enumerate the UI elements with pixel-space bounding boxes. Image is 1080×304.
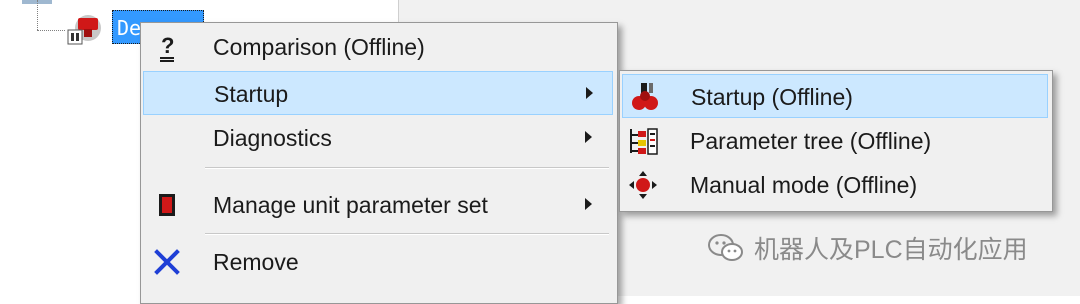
submenu-arrow-icon (586, 87, 593, 99)
watermark: 机器人及PLC自动化应用 (706, 230, 1028, 266)
watermark-text: 机器人及PLC自动化应用 (754, 236, 1028, 264)
menu-separator (205, 167, 609, 169)
submenu-item-label: Manual mode (Offline) (690, 172, 918, 198)
menu-item-label: Comparison (Offline) (213, 34, 425, 60)
wechat-logo-icon (708, 234, 743, 261)
startup-icon (627, 81, 661, 113)
submenu-arrow-icon (585, 131, 592, 143)
menu-item-label: Diagnostics (213, 125, 332, 151)
submenu-item-parameter-tree[interactable]: Parameter tree (Offline) (622, 119, 1048, 163)
tree-connector-branch (37, 30, 65, 31)
submenu-item-label: Parameter tree (Offline) (690, 128, 932, 154)
tree-connector-line (37, 0, 38, 30)
parameter-set-icon (151, 189, 183, 221)
menu-item-diagnostics[interactable]: Diagnostics (143, 116, 613, 160)
submenu-item-manual-mode[interactable]: Manual mode (Offline) (622, 163, 1048, 207)
menu-item-startup[interactable]: Startup (143, 71, 613, 115)
manual-mode-icon (626, 169, 660, 201)
menu-item-comparison[interactable]: ? Comparison (Offline) (143, 25, 613, 69)
menu-separator (205, 233, 609, 235)
drive-device-icon[interactable] (66, 12, 106, 48)
menu-item-remove[interactable]: Remove (143, 240, 613, 284)
submenu-arrow-icon (585, 198, 592, 210)
startup-submenu: Startup (Offline) Parameter tree (Offlin… (619, 70, 1053, 212)
question-mark-icon: ? (151, 31, 183, 63)
menu-item-manage-parameter-set[interactable]: Manage unit parameter set (143, 183, 613, 227)
remove-x-icon (151, 246, 183, 278)
submenu-item-label: Startup (Offline) (691, 84, 853, 110)
submenu-item-startup-offline[interactable]: Startup (Offline) (622, 74, 1048, 118)
menu-item-label: Remove (213, 249, 299, 275)
svg-text:?: ? (161, 33, 174, 58)
parameter-tree-icon (626, 125, 660, 157)
context-menu: ? Comparison (Offline) Startup Diagnosti… (140, 22, 618, 304)
menu-item-label: Manage unit parameter set (213, 192, 488, 218)
menu-item-label: Startup (214, 81, 289, 107)
